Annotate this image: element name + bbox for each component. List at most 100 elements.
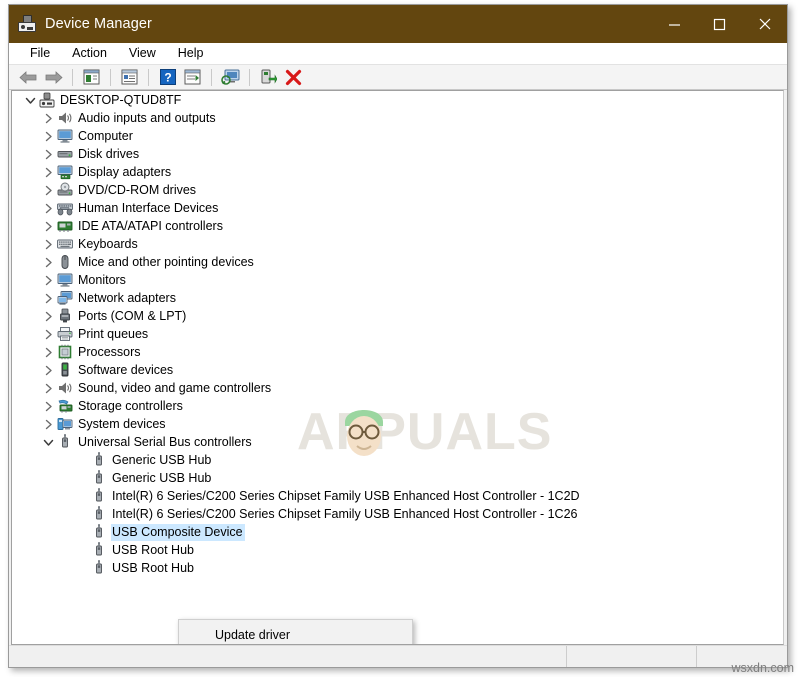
port-icon [56,307,74,325]
close-button[interactable] [742,5,787,43]
chevron-right-icon[interactable] [40,415,56,433]
tree-row-category-2[interactable]: Disk drives [12,145,783,163]
software-device-icon [56,361,74,379]
tree-row-category-8[interactable]: Mice and other pointing devices [12,253,783,271]
svg-text:?: ? [164,71,171,85]
chevron-right-icon[interactable] [40,253,56,271]
device-tree[interactable]: APPUALS DESKTOP-QTUD8TFAudio inputs and … [11,90,784,645]
tree-row-usb-device-3[interactable]: Intel(R) 6 Series/C200 Series Chipset Fa… [12,505,783,523]
tree-item-label: System devices [77,416,168,433]
menu-view[interactable]: View [118,43,167,64]
tree-item-label: Human Interface Devices [77,200,220,217]
chevron-right-icon[interactable] [40,199,56,217]
menu-file[interactable]: File [19,43,61,64]
tree-row-usb-controllers[interactable]: Universal Serial Bus controllers [12,433,783,451]
tree-row-category-6[interactable]: IDE ATA/ATAPI controllers [12,217,783,235]
tree-item-label: Keyboards [77,236,140,253]
tree-row-category-10[interactable]: Network adapters [12,289,783,307]
chevron-right-icon[interactable] [40,217,56,235]
tree-item-label: Computer [77,128,135,145]
menu-help[interactable]: Help [167,43,215,64]
hid-icon [56,199,74,217]
menu-action[interactable]: Action [61,43,118,64]
tree-row-usb-device-4[interactable]: USB Composite Device [12,523,783,541]
chevron-right-icon[interactable] [40,289,56,307]
toolbar-separator [249,69,250,86]
disk-drive-icon [56,145,74,163]
tree-spacer [74,487,90,505]
title-bar[interactable]: Device Manager [9,5,787,43]
tree-row-category-7[interactable]: Keyboards [12,235,783,253]
tree-row-category-3[interactable]: Display adapters [12,163,783,181]
tree-row-category-9[interactable]: Monitors [12,271,783,289]
status-panel-2 [567,646,697,667]
tree-row-category-4[interactable]: DVD/CD-ROM drives [12,181,783,199]
maximize-button[interactable] [697,5,742,43]
chevron-down-icon[interactable] [22,91,38,109]
tree-row-root[interactable]: DESKTOP-QTUD8TF [12,91,783,109]
usb-icon [90,523,108,541]
speaker-icon [56,379,74,397]
tree-row-category-17[interactable]: System devices [12,415,783,433]
tree-row-category-0[interactable]: Audio inputs and outputs [12,109,783,127]
tree-row-usb-device-1[interactable]: Generic USB Hub [12,469,783,487]
tree-item-label: Print queues [77,326,150,343]
tree-row-usb-device-0[interactable]: Generic USB Hub [12,451,783,469]
tree-spacer [74,541,90,559]
tree-row-category-1[interactable]: Computer [12,127,783,145]
tree-item-label: Generic USB Hub [111,470,213,487]
tree-row-category-11[interactable]: Ports (COM & LPT) [12,307,783,325]
content-pane: APPUALS DESKTOP-QTUD8TFAudio inputs and … [9,90,787,645]
tree-row-category-12[interactable]: Print queues [12,325,783,343]
chevron-right-icon[interactable] [40,145,56,163]
system-device-icon [56,415,74,433]
tree-row-usb-device-5[interactable]: USB Root Hub [12,541,783,559]
chevron-right-icon[interactable] [40,343,56,361]
chevron-right-icon[interactable] [40,235,56,253]
scan-hardware-changes-icon[interactable] [219,66,242,88]
chevron-down-icon[interactable] [40,433,56,451]
tree-row-category-15[interactable]: Sound, video and game controllers [12,379,783,397]
usb-icon [90,487,108,505]
computer-root-icon [38,91,56,109]
processor-icon [56,343,74,361]
tree-row-category-13[interactable]: Processors [12,343,783,361]
tree-item-label: Audio inputs and outputs [77,110,218,127]
back-icon[interactable] [17,66,40,88]
status-bar [9,645,787,667]
chevron-right-icon[interactable] [40,109,56,127]
uninstall-device-icon[interactable] [282,66,305,88]
usb-icon [56,433,74,451]
tree-row-usb-device-2[interactable]: Intel(R) 6 Series/C200 Series Chipset Fa… [12,487,783,505]
tree-row-usb-device-6[interactable]: USB Root Hub [12,559,783,577]
chevron-right-icon[interactable] [40,397,56,415]
tree-item-label: Universal Serial Bus controllers [77,434,254,451]
device-manager-window: Device Manager File Action View Help [8,4,788,668]
chevron-right-icon[interactable] [40,307,56,325]
chevron-right-icon[interactable] [40,271,56,289]
minimize-button[interactable] [652,5,697,43]
toolbar: ? [9,64,787,90]
tree-item-label: Intel(R) 6 Series/C200 Series Chipset Fa… [111,506,579,523]
tree-row-category-5[interactable]: Human Interface Devices [12,199,783,217]
chevron-right-icon[interactable] [40,325,56,343]
chevron-right-icon[interactable] [40,379,56,397]
update-driver-icon[interactable] [181,66,204,88]
help-icon[interactable]: ? [156,66,179,88]
context-menu[interactable]: Update driver Uninstall device Scan for … [178,619,413,645]
show-hide-console-tree-icon[interactable] [80,66,103,88]
forward-icon[interactable] [42,66,65,88]
chevron-right-icon[interactable] [40,361,56,379]
context-menu-item-update-driver[interactable]: Update driver [179,622,412,645]
tree-row-category-14[interactable]: Software devices [12,361,783,379]
toolbar-separator [211,69,212,86]
add-legacy-hardware-icon[interactable] [257,66,280,88]
tree-row-category-16[interactable]: Storage controllers [12,397,783,415]
tree-item-label: Disk drives [77,146,141,163]
properties-icon[interactable] [118,66,141,88]
chevron-right-icon[interactable] [40,127,56,145]
chevron-right-icon[interactable] [40,181,56,199]
network-adapter-icon [56,289,74,307]
tree-item-label: DESKTOP-QTUD8TF [59,92,183,109]
chevron-right-icon[interactable] [40,163,56,181]
